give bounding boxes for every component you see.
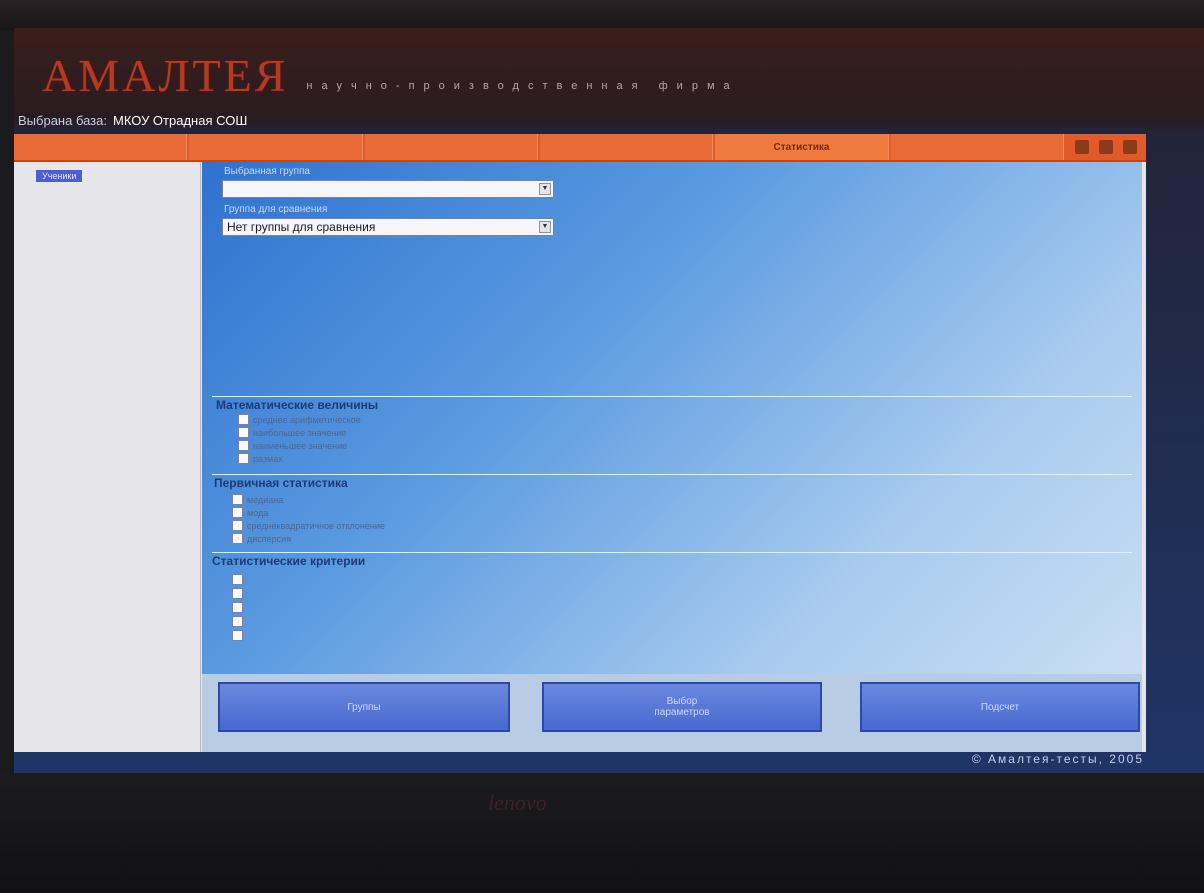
app-window: Статистика Ученики Выбранная группа ▼ Гр…	[14, 134, 1146, 752]
tab-bar: Статистика	[14, 134, 1146, 162]
tab-6[interactable]	[890, 134, 1064, 160]
groups-button[interactable]: Группы	[218, 682, 510, 732]
calculate-button-label: Подсчет	[980, 701, 1020, 713]
checkbox[interactable]	[232, 507, 243, 518]
section-title-math: Математические величины	[216, 398, 379, 412]
checkbox[interactable]	[232, 494, 243, 505]
device-logo: lenovo	[488, 790, 547, 815]
sidebar-tree-root[interactable]	[14, 162, 200, 166]
compare-select[interactable]: Нет группы для сравнения ▼	[222, 218, 554, 236]
section-divider	[212, 552, 1132, 553]
checkbox-label: наибольшее значение	[253, 427, 347, 438]
checkbox-row[interactable]: среднее арифметическое	[238, 414, 361, 425]
laptop-base	[0, 773, 1204, 893]
checkbox[interactable]	[232, 616, 243, 627]
checkbox[interactable]	[232, 630, 243, 641]
section-divider	[212, 396, 1132, 397]
screen: АМАЛТЕЯ научно-производственная фирма Вы…	[14, 28, 1204, 773]
checkbox-row[interactable]: наибольшее значение	[238, 427, 346, 438]
checkbox-label: среднеквадратичное отклонение	[247, 520, 385, 531]
calculate-button[interactable]: Подсчет	[860, 682, 1140, 732]
checkbox[interactable]	[238, 440, 249, 451]
button-bar: Группы Выбор параметров Подсчет	[202, 674, 1142, 752]
database-label: Выбрана база:	[18, 112, 107, 128]
selected-database-bar: Выбрана база: МКОУ Отрадная СОШ	[14, 108, 1144, 132]
tab-statistics[interactable]: Статистика	[715, 134, 889, 160]
section-title-primary: Первичная статистика	[214, 476, 348, 490]
group-label: Выбранная группа	[224, 166, 310, 177]
brand-header: АМАЛТЕЯ научно-производственная фирма	[42, 42, 739, 102]
checkbox-label: медиана	[247, 494, 284, 505]
sidebar: Ученики	[14, 162, 201, 752]
database-value: МКОУ Отрадная СОШ	[112, 112, 248, 128]
groups-button-label: Группы	[347, 701, 381, 713]
checkbox[interactable]	[232, 574, 243, 585]
checkbox-label: наименьшее значение	[253, 440, 348, 451]
sidebar-selected-item[interactable]: Ученики	[36, 170, 83, 182]
checkbox-row[interactable]	[232, 616, 247, 627]
checkbox[interactable]	[238, 453, 249, 464]
checkbox-row[interactable]: медиана	[232, 494, 283, 505]
compare-label: Группа для сравнения	[224, 204, 328, 215]
checkbox[interactable]	[238, 414, 249, 425]
checkbox-label: мода	[247, 507, 269, 518]
checkbox[interactable]	[232, 588, 243, 599]
checkbox-label: размах	[253, 453, 283, 464]
window-controls	[1066, 134, 1146, 160]
tab-4[interactable]	[539, 134, 714, 160]
tab-3[interactable]	[364, 134, 538, 160]
checkbox-row[interactable]	[232, 602, 247, 613]
tab-2[interactable]	[189, 134, 363, 160]
checkbox[interactable]	[232, 520, 243, 531]
checkbox-label: дисперсия	[247, 533, 292, 544]
tab-1[interactable]	[14, 134, 188, 160]
copyright: © Амалтея-тесты, 2005	[971, 752, 1144, 766]
close-icon[interactable]	[1122, 140, 1137, 154]
checkbox[interactable]	[232, 533, 243, 544]
compare-select-value: Нет группы для сравнения	[227, 220, 376, 234]
help-icon[interactable]	[1098, 140, 1113, 154]
main-panel: Выбранная группа ▼ Группа для сравнения …	[202, 162, 1142, 752]
checkbox-row[interactable]	[232, 588, 247, 599]
checkbox-row[interactable]: среднеквадратичное отклонение	[232, 520, 385, 531]
print-icon[interactable]	[1074, 140, 1089, 154]
checkbox[interactable]	[232, 602, 243, 613]
section-divider	[212, 474, 1132, 475]
chevron-down-icon[interactable]: ▼	[539, 183, 551, 195]
checkbox-row[interactable]: размах	[238, 453, 283, 464]
checkbox-row[interactable]	[232, 574, 247, 585]
checkbox-label: среднее арифметическое	[253, 414, 361, 425]
checkbox[interactable]	[238, 427, 249, 438]
brand-logo: АМАЛТЕЯ	[42, 50, 289, 101]
checkbox-row[interactable]: дисперсия	[232, 533, 291, 544]
group-select[interactable]: ▼	[222, 180, 554, 198]
section-title-criteria: Статистические критерии	[212, 554, 366, 568]
monitor-bezel-top	[0, 0, 1204, 30]
checkbox-row[interactable]	[232, 630, 247, 641]
choose-parameters-button[interactable]: Выбор параметров	[542, 682, 822, 732]
choose-button-line1: Выбор	[666, 696, 698, 707]
brand-subtitle: научно-производственная фирма	[306, 80, 739, 92]
chevron-down-icon[interactable]: ▼	[539, 221, 551, 233]
checkbox-row[interactable]: наименьшее значение	[238, 440, 347, 451]
choose-button-line2: параметров	[654, 707, 710, 718]
checkbox-row[interactable]: мода	[232, 507, 268, 518]
